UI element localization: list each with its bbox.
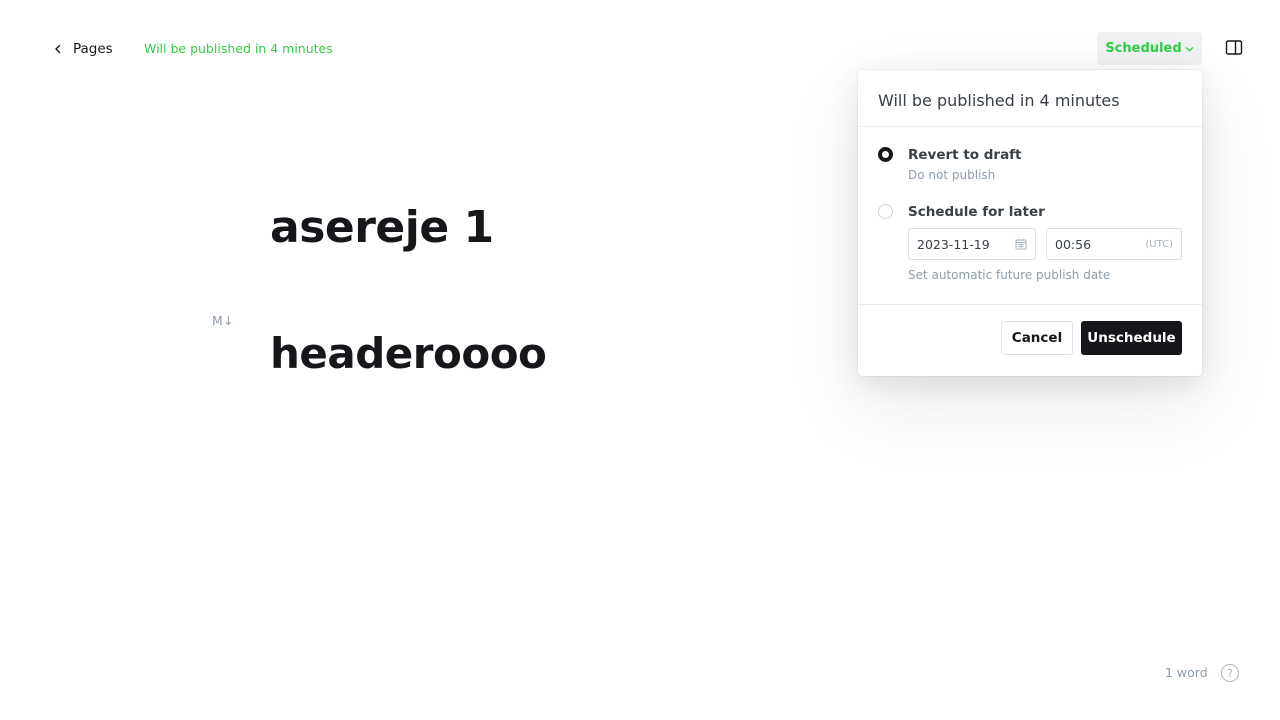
unschedule-button[interactable]: Unschedule	[1081, 321, 1182, 355]
markdown-card-icon[interactable]: M↓	[212, 313, 234, 328]
popover-divider	[858, 304, 1202, 305]
publish-time-input[interactable]: 00:56 (UTC)	[1046, 228, 1182, 260]
publish-status-button-label: Scheduled	[1105, 41, 1182, 56]
cancel-button[interactable]: Cancel	[1001, 321, 1073, 355]
chevron-down-icon	[1185, 47, 1193, 52]
help-icon-glyph: ?	[1227, 666, 1233, 680]
chevron-left-icon	[55, 44, 61, 54]
schedule-radio[interactable]	[878, 204, 893, 219]
help-icon[interactable]: ?	[1221, 664, 1239, 682]
revert-sublabel: Do not publish	[908, 168, 996, 182]
publish-status-button[interactable]: Scheduled	[1097, 32, 1202, 65]
publish-popover: Will be published in 4 minutes Revert to…	[858, 70, 1202, 376]
date-value: 2023-11-19	[917, 236, 990, 252]
back-link-label: Pages	[73, 41, 113, 57]
calendar-icon[interactable]	[1015, 238, 1027, 250]
revert-label: Revert to draft	[908, 147, 1022, 163]
post-title[interactable]: asereje 1	[270, 200, 494, 256]
editor-page: Pages Will be published in 4 minutes Sch…	[0, 0, 1280, 720]
schedule-hint: Set automatic future publish date	[908, 268, 1111, 282]
word-count: 1 word	[1165, 665, 1208, 680]
popover-title: Will be published in 4 minutes	[858, 70, 1202, 127]
sidebar-toggle-icon[interactable]	[1224, 39, 1244, 57]
schedule-label: Schedule for later	[908, 204, 1045, 220]
publish-date-input[interactable]: 2023-11-19	[908, 228, 1036, 260]
publish-status-text: Will be published in 4 minutes	[144, 41, 333, 56]
post-heading[interactable]: headeroooo	[270, 326, 547, 382]
time-value: 00:56	[1055, 236, 1092, 252]
timezone-label: (UTC)	[1145, 238, 1173, 250]
back-to-pages-link[interactable]: Pages	[52, 38, 113, 60]
revert-radio[interactable]	[878, 147, 893, 162]
